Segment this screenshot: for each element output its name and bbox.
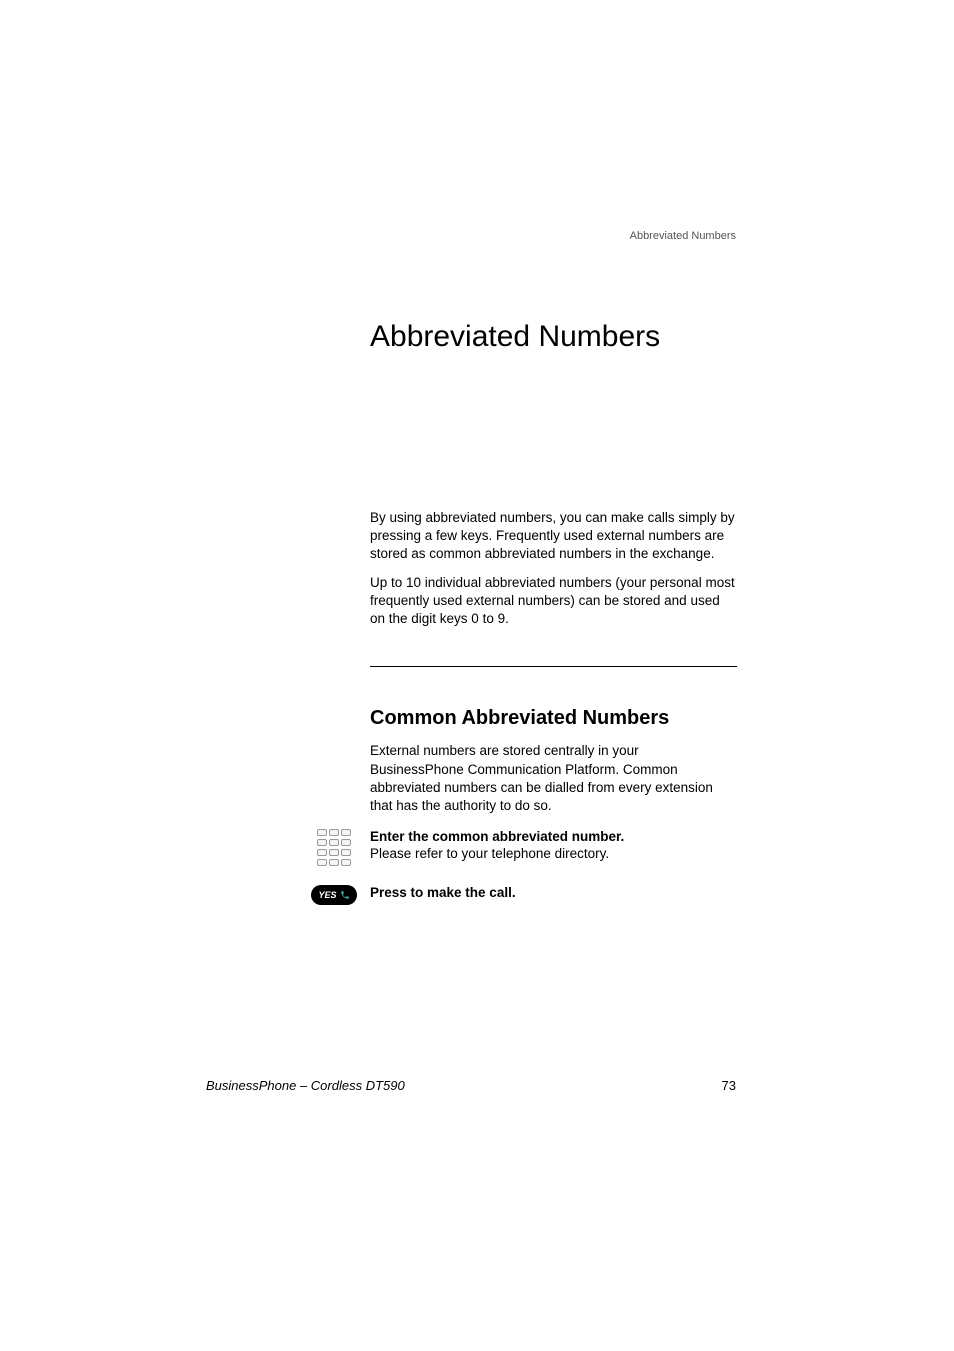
step-1-instruction: Enter the common abbreviated number. xyxy=(370,829,736,844)
intro-paragraph-1: By using abbreviated numbers, you can ma… xyxy=(370,509,736,564)
phone-icon xyxy=(340,890,350,900)
page-title: Abbreviated Numbers xyxy=(370,320,736,354)
footer-page-number: 73 xyxy=(722,1078,736,1093)
running-header: Abbreviated Numbers xyxy=(630,230,736,242)
yes-button-label: YES xyxy=(318,890,336,900)
section-title: Common Abbreviated Numbers xyxy=(370,707,736,730)
step-1-note: Please refer to your telephone directory… xyxy=(370,846,736,861)
footer-product: BusinessPhone – Cordless DT590 xyxy=(206,1078,405,1093)
intro-paragraph-2: Up to 10 individual abbreviated numbers … xyxy=(370,574,736,629)
yes-button-icon: YES xyxy=(311,885,357,905)
section-divider xyxy=(370,666,737,667)
section-paragraph: External numbers are stored centrally in… xyxy=(370,742,736,815)
step-2-instruction: Press to make the call. xyxy=(370,885,736,900)
keypad-icon xyxy=(317,829,351,867)
